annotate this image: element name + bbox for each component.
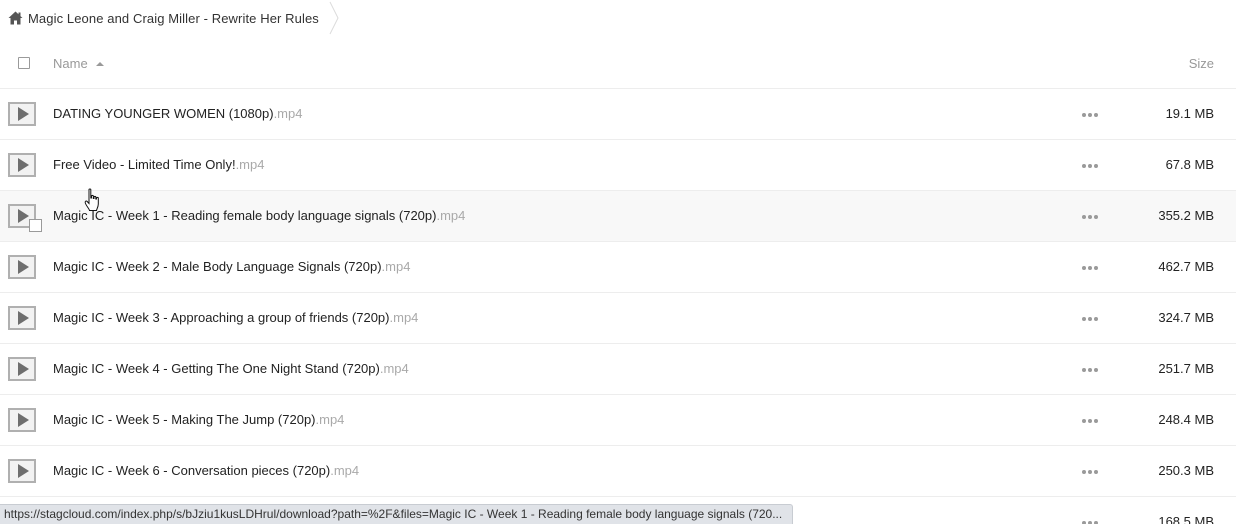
file-name[interactable]: Magic IC - Week 3 - Approaching a group … [53,310,418,325]
name-column-label: Name [53,56,88,71]
file-row[interactable]: Magic IC - Week 4 - Getting The One Nigh… [0,344,1236,395]
file-size: 250.3 MB [1158,463,1214,478]
file-table-header: Name Size [0,38,1236,89]
more-options-icon[interactable] [1082,164,1098,169]
more-options-icon[interactable] [1082,215,1098,220]
select-all-checkbox[interactable] [18,57,30,69]
video-file-icon[interactable] [8,153,36,177]
file-extension: .mp4 [379,361,409,376]
file-size: 251.7 MB [1158,361,1214,376]
file-name[interactable]: Magic IC - Week 1 - Reading female body … [53,208,465,223]
file-size: 462.7 MB [1158,259,1214,274]
file-extension: .mp4 [389,310,419,325]
video-file-icon[interactable] [8,306,36,330]
file-name[interactable]: DATING YOUNGER WOMEN (1080p).mp4 [53,106,302,121]
file-name[interactable]: Magic IC - Week 6 - Conversation pieces … [53,463,359,478]
file-size: 248.4 MB [1158,412,1214,427]
home-icon[interactable] [8,11,23,25]
file-size: 355.2 MB [1158,208,1214,223]
file-extension: .mp4 [436,208,466,223]
file-row[interactable]: Magic IC - Week 5 - Making The Jump (720… [0,395,1236,446]
hand-pointer-cursor-icon [84,188,102,212]
file-extension: .mp4 [330,463,360,478]
file-size: 19.1 MB [1165,106,1214,121]
video-file-icon[interactable] [8,357,36,381]
sort-asc-icon [95,61,104,66]
browser-status-bar: https://stagcloud.com/index.php/s/bJziu1… [0,504,793,524]
breadcrumb-separator-icon [329,0,343,36]
more-options-icon[interactable] [1082,113,1098,118]
file-name[interactable]: Magic IC - Week 2 - Male Body Language S… [53,259,410,274]
breadcrumb-folder-title[interactable]: Magic Leone and Craig Miller - Rewrite H… [28,11,319,26]
file-extension: .mp4 [381,259,411,274]
video-file-icon[interactable] [8,255,36,279]
video-file-icon[interactable] [8,408,36,432]
file-list: DATING YOUNGER WOMEN (1080p).mp4 19.1 MB… [0,89,1236,524]
file-extension: .mp4 [273,106,303,121]
row-select-checkbox[interactable] [29,219,42,232]
file-row[interactable]: Magic IC - Week 6 - Conversation pieces … [0,446,1236,497]
file-name[interactable]: Magic IC - Week 4 - Getting The One Nigh… [53,361,409,376]
file-name[interactable]: Free Video - Limited Time Only!.mp4 [53,157,264,172]
file-size: 67.8 MB [1165,157,1214,172]
file-row[interactable]: Free Video - Limited Time Only!.mp4 67.8… [0,140,1236,191]
file-size: 168.5 MB [1158,514,1214,524]
breadcrumb: Magic Leone and Craig Miller - Rewrite H… [0,0,1236,36]
video-file-icon[interactable] [8,459,36,483]
more-options-icon[interactable] [1082,317,1098,322]
file-row[interactable]: Magic IC - Week 3 - Approaching a group … [0,293,1236,344]
file-extension: .mp4 [315,412,345,427]
file-name[interactable]: Magic IC - Week 5 - Making The Jump (720… [53,412,344,427]
file-row[interactable]: Magic IC - Week 1 - Reading female body … [0,191,1236,242]
more-options-icon[interactable] [1082,368,1098,373]
video-file-icon[interactable] [8,102,36,126]
file-size: 324.7 MB [1158,310,1214,325]
file-row[interactable]: DATING YOUNGER WOMEN (1080p).mp4 19.1 MB [0,89,1236,140]
size-column-header[interactable]: Size [1189,56,1214,71]
more-options-icon[interactable] [1082,470,1098,475]
name-column-header[interactable]: Name [53,56,104,71]
file-row[interactable]: Magic IC - Week 2 - Male Body Language S… [0,242,1236,293]
file-extension: .mp4 [235,157,265,172]
more-options-icon[interactable] [1082,419,1098,424]
more-options-icon[interactable] [1082,266,1098,271]
